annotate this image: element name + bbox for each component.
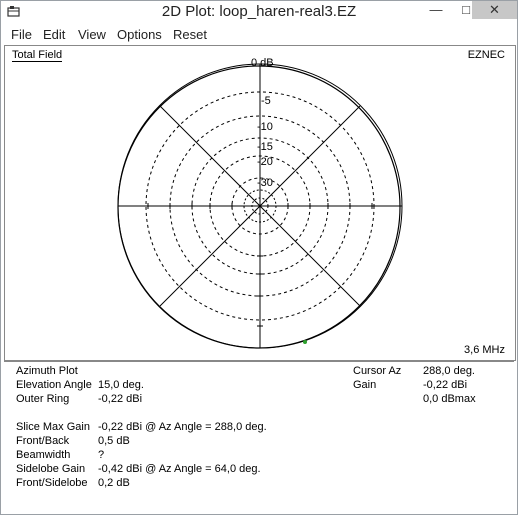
title-bar[interactable]: 2D Plot: loop_haren-real3.EZ — □ ✕ xyxy=(1,1,517,23)
cursor-marker xyxy=(303,340,307,344)
plot-window: 2D Plot: loop_haren-real3.EZ — □ ✕ File … xyxy=(0,0,518,515)
gain-value: -0,22 dBi xyxy=(423,379,468,391)
plot-type: Azimuth Plot xyxy=(16,365,78,377)
ring-label-0db: 0 dB xyxy=(251,57,274,69)
menu-bar: File Edit View Options Reset xyxy=(1,24,517,46)
ring-label-minus30: -30 xyxy=(257,177,273,189)
menu-options[interactable]: Options xyxy=(117,27,162,42)
menu-view[interactable]: View xyxy=(78,27,106,42)
gain-label: Gain xyxy=(353,379,377,391)
front-sidelobe-value: 0,2 dB xyxy=(98,477,130,489)
menu-file[interactable]: File xyxy=(11,27,32,42)
ring-label-minus5: -5 xyxy=(261,95,271,107)
close-button[interactable]: ✕ xyxy=(472,1,517,19)
cursor-az-label: Cursor Az xyxy=(353,365,402,377)
outer-ring-label: Outer Ring xyxy=(16,393,70,405)
slice-max-gain-label: Slice Max Gain xyxy=(16,421,90,433)
menu-edit[interactable]: Edit xyxy=(43,27,65,42)
minimize-button[interactable]: — xyxy=(421,1,451,19)
info-panel: Azimuth Plot Elevation Angle 15,0 deg. O… xyxy=(4,361,514,512)
polar-plot[interactable]: 0 dB -5 -10 -15 -20 -30 xyxy=(5,46,515,360)
menu-reset[interactable]: Reset xyxy=(173,27,207,42)
frequency-label: 3,6 MHz xyxy=(464,344,505,356)
sidelobe-gain-value: -0,42 dBi @ Az Angle = 64,0 deg. xyxy=(98,463,261,475)
polar-plot-area[interactable]: Total Field EZNEC 0 dB -5 -10 -15 -20 -3… xyxy=(4,45,516,361)
dbmax-value: 0,0 dBmax xyxy=(423,393,476,405)
ring-label-minus20: -20 xyxy=(257,156,273,168)
elevation-value: 15,0 deg. xyxy=(98,379,144,391)
front-sidelobe-label: Front/Sidelobe xyxy=(16,477,88,489)
sidelobe-gain-label: Sidelobe Gain xyxy=(16,463,86,475)
slice-max-gain-value: -0,22 dBi @ Az Angle = 288,0 deg. xyxy=(98,421,267,433)
cursor-az-value: 288,0 deg. xyxy=(423,365,475,377)
beamwidth-value: ? xyxy=(98,449,105,461)
ring-label-minus10: -10 xyxy=(257,121,273,133)
elevation-label: Elevation Angle xyxy=(16,379,92,391)
front-back-value: 0,5 dB xyxy=(98,435,130,447)
ring-label-minus15: -15 xyxy=(257,141,273,153)
beamwidth-label: Beamwidth xyxy=(16,449,71,461)
front-back-label: Front/Back xyxy=(16,435,70,447)
outer-ring-value: -0,22 dBi xyxy=(98,393,143,405)
